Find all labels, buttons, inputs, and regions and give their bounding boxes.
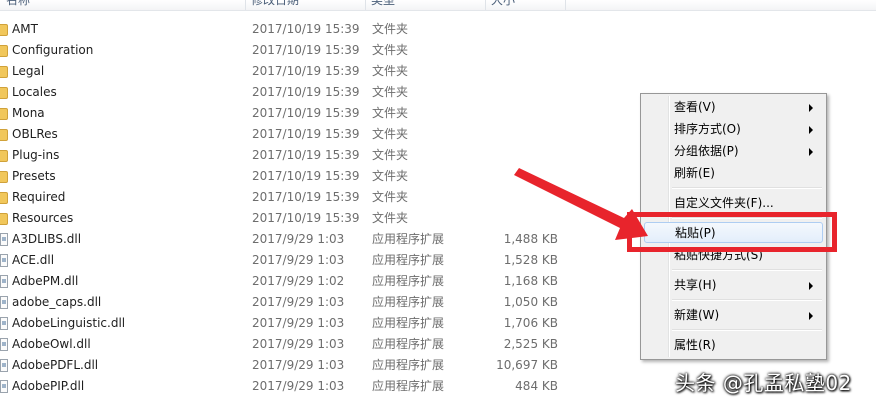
annotation-arrow: [514, 168, 648, 240]
annotation-highlight-box: [627, 212, 837, 252]
watermark-text: 头条 @孔孟私塾02: [675, 371, 852, 395]
